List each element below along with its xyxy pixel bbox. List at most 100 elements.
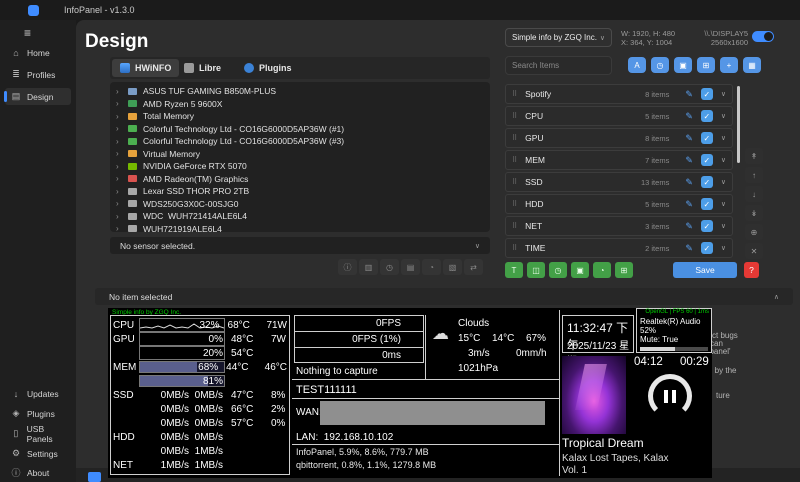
add-text-button[interactable]: A (628, 57, 646, 73)
add-image-button[interactable]: ▣ (674, 57, 692, 73)
edit-icon[interactable]: ✎ (685, 89, 693, 100)
duplicate-button[interactable]: ⊕ (745, 224, 763, 240)
expander-icon[interactable]: › (116, 112, 122, 121)
delete-button[interactable]: ✕ (745, 243, 763, 259)
drag-handle-icon[interactable]: ⠿ (512, 244, 517, 252)
new-clock-item-button[interactable]: ◷ (549, 262, 567, 278)
bottom-left-blue-indicator[interactable] (88, 472, 101, 482)
group-row-spotify[interactable]: ⠿ Spotify 8 items ✎ ✓ ∨ (505, 84, 733, 104)
new-image-item-button[interactable]: ▣ (571, 262, 589, 278)
tree-item-wdc-hdd2[interactable]: › WUH721919ALE6L4 (116, 223, 484, 233)
tab-hwinfo[interactable]: HWiNFO (112, 59, 179, 77)
group-checkbox[interactable]: ✓ (701, 176, 713, 188)
add-sensor-button[interactable]: + (720, 57, 738, 73)
sensor-badge-button[interactable]: ▧ (443, 259, 462, 275)
group-row-time[interactable]: ⠿ TIME 2 items ✎ ✓ ∨ (505, 238, 733, 258)
sensor-swap-button[interactable]: ⇄ (464, 259, 483, 275)
pause-button[interactable] (648, 374, 692, 418)
tree-item-cpu[interactable]: › AMD Ryzen 5 9600X (116, 98, 484, 111)
tree-item-wds-ssd[interactable]: › WDS250G3X0C-00SJG0 (116, 198, 484, 211)
sensor-graph-button[interactable]: ▤ (401, 259, 420, 275)
hamburger-menu-icon[interactable]: ≡ (24, 26, 31, 40)
chevron-down-icon[interactable]: ∨ (721, 134, 726, 142)
drag-handle-icon[interactable]: ⠿ (512, 156, 517, 164)
help-button[interactable]: ? (744, 262, 759, 278)
chevron-down-icon[interactable]: ∨ (721, 222, 726, 230)
drag-handle-icon[interactable]: ⠿ (512, 134, 517, 142)
sensor-bar-chart-button[interactable]: ▥ (359, 259, 378, 275)
sensor-gauge-button[interactable]: ◔ (422, 259, 441, 275)
sidebar-item-design[interactable]: ▤ Design (5, 88, 71, 105)
move-down-button[interactable]: ↓ (745, 186, 763, 202)
add-shape-button[interactable]: ⊞ (697, 57, 715, 73)
expander-icon[interactable]: › (116, 187, 122, 196)
group-checkbox[interactable]: ✓ (701, 154, 713, 166)
tree-item-virtual-memory[interactable]: › Virtual Memory (116, 148, 484, 161)
group-checkbox[interactable]: ✓ (701, 132, 713, 144)
tree-item-lexar-ssd[interactable]: › Lexar SSD THOR PRO 2TB (116, 185, 484, 198)
tab-plugins[interactable]: Plugins (236, 59, 300, 77)
item-properties-bar[interactable]: No item selected ∧ (95, 288, 793, 305)
group-checkbox[interactable]: ✓ (701, 198, 713, 210)
sidebar-item-updates[interactable]: ↓ Updates (5, 385, 71, 402)
chevron-down-icon[interactable]: ∨ (721, 112, 726, 120)
edit-icon[interactable]: ✎ (685, 177, 693, 188)
search-input[interactable] (505, 56, 612, 75)
sidebar-item-profiles[interactable]: ≣ Profiles (5, 66, 71, 83)
list-scrollbar[interactable] (737, 86, 740, 163)
group-row-cpu[interactable]: ⠿ CPU 5 items ✎ ✓ ∨ (505, 106, 733, 126)
chevron-down-icon[interactable]: ∨ (721, 244, 726, 252)
drag-handle-icon[interactable]: ⠿ (512, 222, 517, 230)
drag-handle-icon[interactable]: ⠿ (512, 90, 517, 98)
drag-handle-icon[interactable]: ⠿ (512, 112, 517, 120)
expander-icon[interactable]: › (116, 99, 122, 108)
expander-icon[interactable]: › (116, 199, 122, 208)
save-button[interactable]: Save (673, 262, 737, 278)
tree-item-ram1[interactable]: › Colorful Technology Ltd - CO16G6000D5A… (116, 123, 484, 136)
group-row-gpu[interactable]: ⠿ GPU 8 items ✎ ✓ ∨ (505, 128, 733, 148)
chevron-down-icon[interactable]: ∨ (721, 178, 726, 186)
expander-icon[interactable]: › (116, 224, 122, 232)
group-row-hdd[interactable]: ⠿ HDD 5 items ✎ ✓ ∨ (505, 194, 733, 214)
profile-dropdown[interactable]: Simple info by ZGQ Inc. ∨ (505, 28, 612, 47)
tree-item-motherboard[interactable]: › ASUS TUF GAMING B850M-PLUS (116, 85, 484, 98)
move-to-top-button[interactable]: ↟ (745, 148, 763, 164)
expander-icon[interactable]: › (116, 174, 122, 183)
sensor-select-dropdown[interactable]: No sensor selected. ∨ (110, 237, 490, 254)
sidebar-item-settings[interactable]: ⚙ Settings (5, 445, 71, 462)
display-toggle[interactable] (752, 31, 774, 42)
group-row-ssd[interactable]: ⠿ SSD 13 items ✎ ✓ ∨ (505, 172, 733, 192)
expander-icon[interactable]: › (116, 149, 122, 158)
chevron-down-icon[interactable]: ∨ (721, 200, 726, 208)
edit-icon[interactable]: ✎ (685, 243, 693, 254)
edit-icon[interactable]: ✎ (685, 133, 693, 144)
group-row-net[interactable]: ⠿ NET 3 items ✎ ✓ ∨ (505, 216, 733, 236)
group-row-mem[interactable]: ⠿ MEM 7 items ✎ ✓ ∨ (505, 150, 733, 170)
tree-item-nvidia-gpu[interactable]: › NVIDIA GeForce RTX 5070 (116, 160, 484, 173)
expander-icon[interactable]: › (116, 87, 122, 96)
move-up-button[interactable]: ↑ (745, 167, 763, 183)
new-table-item-button[interactable]: ⊞ (615, 262, 633, 278)
tree-item-total-memory[interactable]: › Total Memory (116, 110, 484, 123)
tree-item-ram2[interactable]: › Colorful Technology Ltd - CO16G6000D5A… (116, 135, 484, 148)
new-gauge-item-button[interactable]: ◔ (593, 262, 611, 278)
tree-item-amd-gpu[interactable]: › AMD Radeon(TM) Graphics (116, 173, 484, 186)
edit-icon[interactable]: ✎ (685, 221, 693, 232)
sidebar-item-usb-panels[interactable]: ▯ USB Panels (5, 425, 71, 442)
new-text-item-button[interactable]: T (505, 262, 523, 278)
group-checkbox[interactable]: ✓ (701, 220, 713, 232)
expander-icon[interactable]: › (116, 124, 122, 133)
sidebar-item-plugins[interactable]: ◈ Plugins (5, 405, 71, 422)
group-checkbox[interactable]: ✓ (701, 88, 713, 100)
sidebar-item-about[interactable]: ⓘ About (5, 464, 71, 481)
group-checkbox[interactable]: ✓ (701, 242, 713, 254)
expander-icon[interactable]: › (116, 212, 122, 221)
sidebar-item-home[interactable]: ⌂ Home (5, 44, 71, 61)
edit-icon[interactable]: ✎ (685, 111, 693, 122)
expander-icon[interactable]: › (116, 162, 122, 171)
tab-libre[interactable]: Libre (176, 59, 229, 77)
tree-item-wdc-hdd[interactable]: › WDC WUH721414ALE6L4 (116, 210, 484, 223)
sensor-info-button[interactable]: ⓘ (338, 259, 357, 275)
group-checkbox[interactable]: ✓ (701, 110, 713, 122)
chevron-down-icon[interactable]: ∨ (721, 90, 726, 98)
